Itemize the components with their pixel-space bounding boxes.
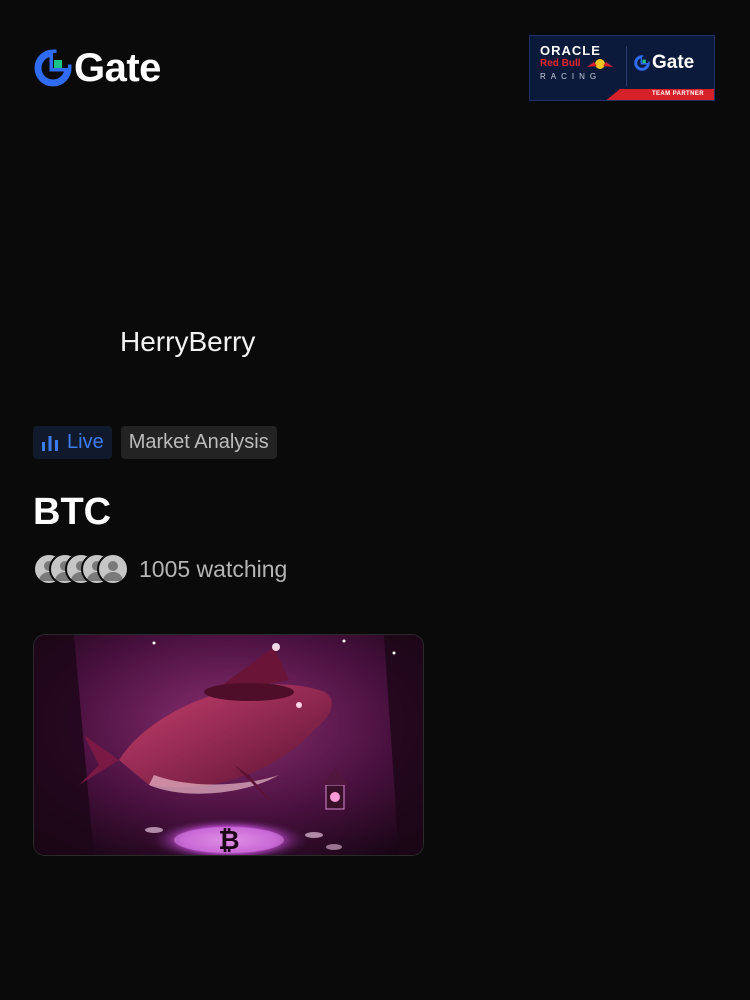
stream-tags: Live Market Analysis xyxy=(33,426,277,459)
stream-thumbnail[interactable]: ₿ xyxy=(33,634,424,856)
partner-gate-logo: Gate xyxy=(634,52,694,74)
red-bull-icon xyxy=(587,59,613,69)
partner-redbull-text: Red Bull xyxy=(540,58,581,69)
gate-logo-icon xyxy=(34,49,72,87)
category-tag[interactable]: Market Analysis xyxy=(120,426,277,459)
watchers-row: 1005 watching xyxy=(33,553,287,585)
partner-stripe-accent xyxy=(530,89,620,100)
live-badge: Live xyxy=(33,426,112,459)
gate-mini-icon xyxy=(634,55,650,71)
bitcoin-whale-thumbnail: ₿ xyxy=(34,635,423,856)
user-icon xyxy=(103,561,123,581)
watching-count: 1005 watching xyxy=(139,555,288,582)
stream-title: BTC xyxy=(33,491,112,533)
partner-banner[interactable]: ORACLE Red Bull RACING Gate TEAM PARTNER xyxy=(529,35,715,101)
live-bars-icon xyxy=(42,435,58,451)
live-label: Live xyxy=(67,431,104,453)
team-partner-badge: TEAM PARTNER xyxy=(651,91,704,97)
svg-text:₿: ₿ xyxy=(218,826,239,856)
gate-logo[interactable]: Gate xyxy=(34,48,161,88)
partner-divider xyxy=(626,46,627,86)
viewer-avatars xyxy=(33,553,129,585)
host-name[interactable]: HerryBerry xyxy=(120,326,255,358)
partner-racing-text: RACING xyxy=(540,72,602,81)
category-label: Market Analysis xyxy=(128,431,269,453)
page: Gate ORACLE Red Bull RACING Gate TEAM PA… xyxy=(0,0,750,1000)
gate-logo-text: Gate xyxy=(74,46,161,90)
partner-gate-text: Gate xyxy=(652,52,695,73)
avatar xyxy=(97,553,129,585)
partner-oracle-text: ORACLE xyxy=(540,43,601,58)
